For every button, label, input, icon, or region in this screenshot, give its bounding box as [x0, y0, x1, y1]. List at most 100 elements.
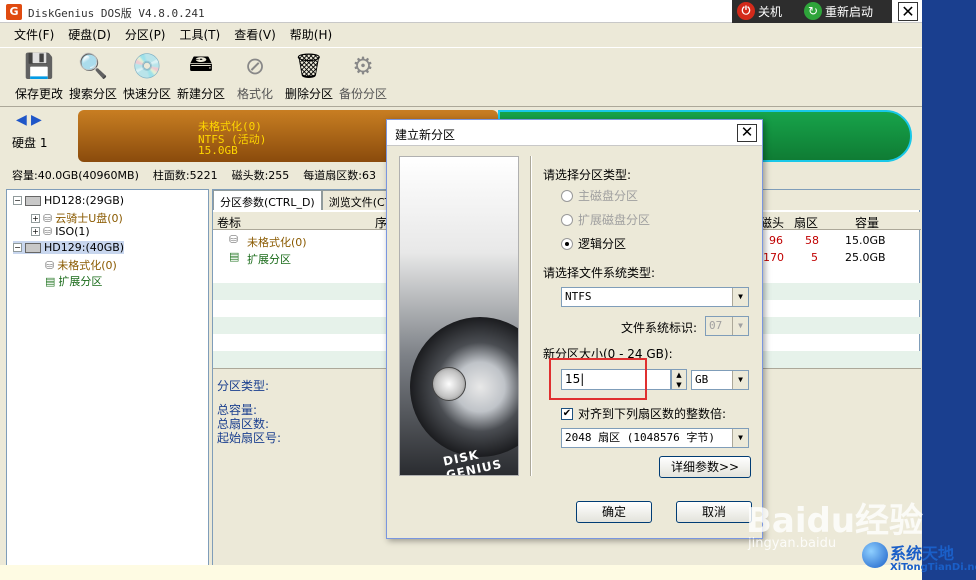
tree-part-usb[interactable]: + ⛁ 云骑士U盘(0) — [31, 210, 123, 226]
hard-disk-icon — [25, 195, 41, 206]
tree-disk-hd129[interactable]: − HD129:(40GB) — [13, 241, 125, 254]
shutdown-button[interactable]: ⏻ 关机 — [737, 2, 782, 20]
partition-icon: ⛁ — [45, 258, 55, 272]
chevron-down-icon: ▼ — [732, 429, 748, 447]
format-button[interactable]: ⊘ 格式化 — [228, 48, 282, 106]
col-label[interactable]: 卷标 — [217, 214, 241, 231]
disk-cylinders: 柱面数:5221 — [152, 169, 218, 182]
title-bar: G DiskGenius DOS版 V4.8.0.241 ⏻ 关机 ↻ 重新启动… — [0, 0, 922, 23]
radio-dot — [561, 213, 573, 226]
size-spinner[interactable]: ▲ ▼ — [671, 369, 687, 390]
radio-logical-partition[interactable]: 逻辑分区 — [561, 235, 626, 252]
power-icon: ⏻ — [737, 2, 755, 20]
jingyan-watermark: jingyan.baidu — [748, 536, 837, 551]
checkmark-icon: ✔ — [561, 407, 573, 420]
new-partition-icon: 🖴 — [188, 48, 214, 77]
site-logo-icon — [862, 542, 888, 568]
backup-partition-button[interactable]: ⚙ 备份分区 — [336, 48, 390, 106]
col-head[interactable]: 磁头 — [760, 214, 784, 231]
tree-part-unformatted[interactable]: ⛁ 未格式化(0) — [45, 257, 117, 273]
app-logo-icon: G — [6, 4, 22, 20]
detail-start-sector: 起始扇区号: — [217, 431, 282, 445]
ok-button[interactable]: 确定 — [576, 501, 652, 523]
tree-part-iso[interactable]: + ⛁ ISO(1) — [31, 225, 90, 238]
menu-tools[interactable]: 工具(T) — [180, 26, 221, 43]
site-url: XiTongTianDi.net — [890, 562, 976, 573]
radio-extended-partition[interactable]: 扩展磁盘分区 — [561, 211, 650, 228]
format-icon: ⊘ — [244, 52, 266, 80]
menu-partition[interactable]: 分区(P) — [125, 26, 166, 43]
next-disk-icon[interactable]: ▶ — [31, 112, 43, 128]
search-partition-button[interactable]: 🔍 搜索分区 — [66, 48, 120, 106]
window-title: DiskGenius DOS版 V4.8.0.241 — [28, 7, 205, 20]
expand-icon[interactable]: + — [31, 227, 40, 236]
chevron-down-icon: ▼ — [732, 317, 748, 335]
fs-type-prompt: 请选择文件系统类型: — [543, 266, 656, 280]
col-sector[interactable]: 扇区 — [794, 214, 818, 231]
hard-disk-illustration: DISK GENIUS — [399, 156, 519, 476]
hard-disk-icon — [25, 242, 41, 253]
restart-label: 重新启动 — [825, 4, 874, 19]
disk-heads: 磁头数:255 — [231, 169, 290, 182]
collapse-icon[interactable]: − — [13, 243, 22, 252]
radio-dot — [561, 237, 573, 250]
trash-icon: 🗑 — [293, 52, 325, 80]
disk-spindle-icon — [432, 367, 466, 401]
site-watermark: 系统天地 XiTongTianDi.net — [862, 540, 976, 578]
toolbar: 💾 保存更改 🔍 搜索分区 💿 快速分区 🖴 新建分区 ⊘ 格式化 🗑 删除分区… — [0, 47, 922, 107]
partition-type-prompt: 请选择分区类型: — [543, 168, 632, 182]
disk-sectors: 每道扇区数:63 — [303, 169, 376, 182]
save-changes-button[interactable]: 💾 保存更改 — [12, 48, 66, 106]
disk-capacity: 容量:40.0GB(40960MB) — [12, 169, 139, 182]
partition-bar-size: 15.0GB — [198, 144, 238, 157]
align-checkbox[interactable]: ✔ 对齐到下列扇区数的整数倍: — [561, 405, 726, 422]
new-partition-dialog: 建立新分区 ✕ DISK GENIUS 请选择分区类型: 主磁盘分区 扩展磁盘分… — [386, 119, 763, 539]
dialog-title: 建立新分区 — [395, 128, 456, 142]
magnifier-icon: 🔍 — [78, 52, 108, 80]
backup-icon: ⚙ — [352, 52, 374, 80]
quick-partition-button[interactable]: 💿 快速分区 — [120, 48, 174, 106]
tree-disk-hd128[interactable]: − HD128:(29GB) — [13, 194, 124, 207]
disk-tree: − HD128:(29GB) + ⛁ 云骑士U盘(0) + ⛁ ISO(1) −… — [6, 189, 209, 569]
tab-partition-params[interactable]: 分区参数(CTRL_D) — [213, 190, 322, 210]
fs-type-select[interactable]: NTFS ▼ — [561, 287, 749, 307]
shutdown-label: 关机 — [758, 4, 783, 19]
detail-type-label: 分区类型: — [217, 379, 270, 393]
chevron-down-icon: ▼ — [732, 288, 748, 306]
restart-button[interactable]: ↻ 重新启动 — [804, 2, 873, 20]
folder-icon: ⛁ — [43, 211, 53, 225]
col-capacity[interactable]: 容量 — [855, 214, 879, 231]
spin-up-icon[interactable]: ▲ — [672, 370, 686, 380]
fs-id-select[interactable]: 07 ▼ — [705, 316, 749, 336]
new-partition-button[interactable]: 🖴 新建分区 — [174, 48, 228, 106]
menu-file[interactable]: 文件(F) — [14, 26, 54, 43]
quick-partition-icon: 💿 — [132, 52, 162, 80]
menu-disk[interactable]: 硬盘(D) — [68, 26, 111, 43]
prev-disk-icon[interactable]: ◀ — [16, 112, 28, 128]
folder-icon: ⛁ — [43, 225, 53, 238]
menu-bar: 文件(F) 硬盘(D) 分区(P) 工具(T) 查看(V) 帮助(H) — [0, 23, 922, 45]
dialog-title-bar: 建立新分区 ✕ — [387, 120, 762, 146]
tree-part-extended[interactable]: ▤ 扩展分区 — [45, 273, 102, 289]
site-title: 系统天地 — [890, 544, 955, 563]
close-window-button[interactable]: ✕ — [898, 2, 918, 21]
delete-partition-button[interactable]: 🗑 删除分区 — [282, 48, 336, 106]
cancel-button[interactable]: 取消 — [676, 501, 752, 523]
disk-label: 硬盘 1 — [12, 136, 48, 150]
baidu-watermark: Baidu经验 — [746, 501, 924, 541]
align-sectors-select[interactable]: 2048 扇区 (1048576 字节) ▼ — [561, 428, 749, 448]
extended-partition-icon: ▤ — [229, 250, 240, 263]
extended-partition-icon: ▤ — [45, 274, 56, 288]
expand-icon[interactable]: + — [31, 213, 40, 223]
restart-icon: ↻ — [804, 2, 822, 20]
menu-help[interactable]: 帮助(H) — [290, 26, 332, 43]
advanced-params-button[interactable]: 详细参数>> — [659, 456, 751, 478]
save-icon: 💾 — [24, 52, 54, 80]
dialog-close-button[interactable]: ✕ — [737, 124, 757, 142]
radio-primary-partition[interactable]: 主磁盘分区 — [561, 187, 638, 204]
collapse-icon[interactable]: − — [13, 196, 22, 205]
menu-view[interactable]: 查看(V) — [234, 26, 276, 43]
spin-down-icon[interactable]: ▼ — [672, 380, 686, 390]
size-unit-select[interactable]: GB ▼ — [691, 370, 749, 390]
fs-id-label: 文件系统标识: — [621, 321, 698, 335]
